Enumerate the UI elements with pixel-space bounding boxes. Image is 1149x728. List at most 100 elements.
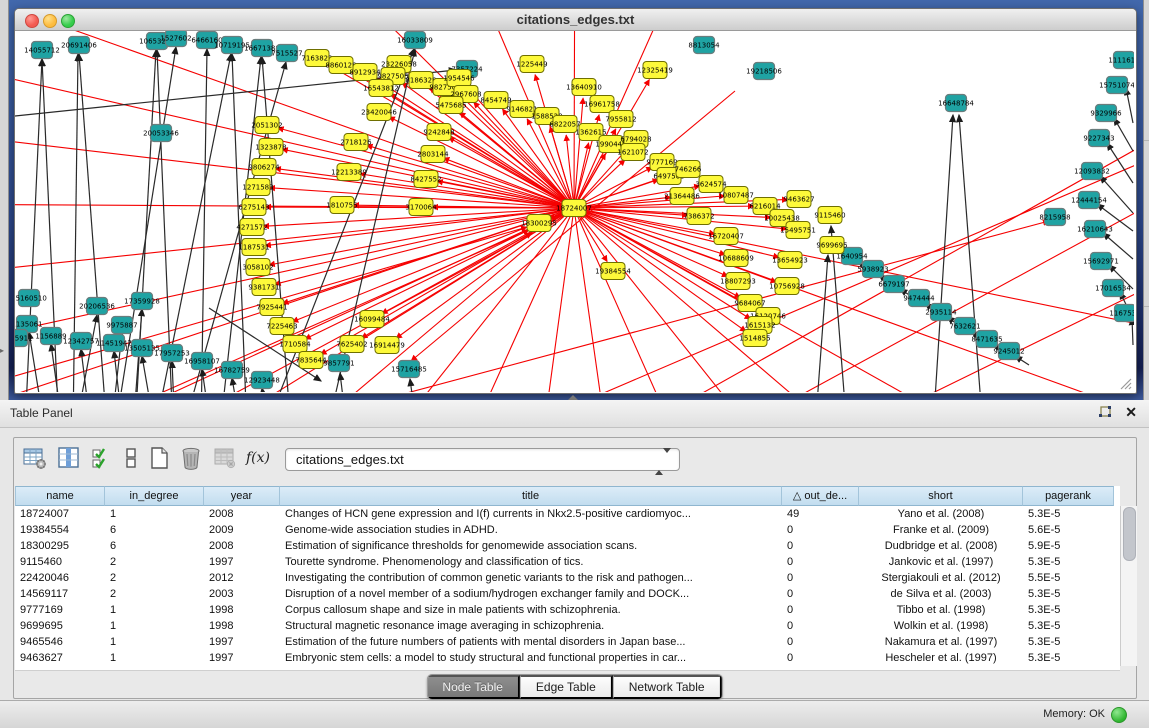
graph-node[interactable] (427, 124, 451, 141)
graph-node[interactable] (87, 298, 108, 315)
graph-node[interactable] (842, 248, 863, 265)
graph-node[interactable] (955, 318, 976, 335)
graph-node[interactable] (405, 32, 426, 49)
graph-node[interactable] (786, 222, 810, 239)
graph-node[interactable] (621, 144, 645, 161)
graph-node[interactable] (32, 42, 53, 59)
graph-node[interactable] (240, 219, 264, 236)
table-row[interactable]: 1872400712008Changes of HCN gene express… (15, 506, 1114, 522)
graph-node[interactable] (147, 33, 168, 50)
table-row[interactable]: 1456911722003Disruption of a novel membe… (15, 586, 1114, 602)
table-row[interactable]: 946362711997Embryonic stem cells: a mode… (15, 650, 1114, 666)
graph-node[interactable] (820, 237, 844, 254)
graph-node[interactable] (353, 64, 377, 81)
graph-node[interactable] (590, 96, 614, 113)
graph-node[interactable] (714, 228, 738, 245)
panel-close-icon[interactable]: ✕ (1125, 404, 1137, 421)
graph-node[interactable] (414, 171, 438, 188)
graph-node[interactable] (553, 116, 577, 133)
column-header-short[interactable]: short (859, 486, 1023, 506)
table-row[interactable]: 946554611997Estimation of the future num… (15, 634, 1114, 650)
graph-node[interactable] (527, 215, 551, 232)
column-header-name[interactable]: name (15, 486, 105, 506)
column-visibility-icon[interactable] (56, 445, 82, 471)
graph-node[interactable] (340, 336, 364, 353)
dock-expand-icon[interactable]: ▸ (0, 346, 4, 355)
graph-node[interactable] (252, 159, 276, 176)
graph-node[interactable] (1091, 253, 1112, 270)
graph-node[interactable] (329, 57, 353, 74)
graph-node[interactable] (330, 197, 354, 214)
graph-node[interactable] (197, 32, 218, 49)
float-window-icon[interactable] (1097, 405, 1113, 421)
graph-node[interactable] (337, 164, 361, 181)
graph-node[interactable] (255, 117, 279, 134)
graph-node[interactable] (104, 335, 125, 352)
graph-node[interactable] (643, 62, 667, 79)
graph-node[interactable] (360, 311, 384, 328)
graph-node[interactable] (1114, 52, 1135, 69)
graph-node[interactable] (71, 333, 92, 350)
window-resize-grip[interactable] (1118, 376, 1132, 390)
graph-node[interactable] (192, 353, 213, 370)
graph-node[interactable] (1103, 280, 1124, 297)
table-row[interactable]: 911546021997Tourette syndrome. Phenomeno… (15, 554, 1114, 570)
column-header-title[interactable]: title (280, 486, 782, 506)
graph-node[interactable] (863, 261, 884, 278)
graph-svg[interactable]: 1405571220691406106532871527602646616010… (15, 31, 1134, 392)
graph-node[interactable] (1082, 163, 1103, 180)
graph-node[interactable] (743, 330, 767, 347)
graph-node[interactable] (270, 318, 294, 335)
graph-node[interactable] (242, 239, 266, 256)
table-row[interactable]: 2242004622012Investigating the contribut… (15, 570, 1114, 586)
graph-node[interactable] (609, 111, 633, 128)
table-settings-icon[interactable] (22, 445, 48, 471)
graph-node[interactable] (41, 328, 62, 345)
graph-node[interactable] (778, 252, 802, 269)
tab-edge-table[interactable]: Edge Table (520, 675, 613, 699)
graph-node[interactable] (162, 345, 183, 362)
graph-node[interactable] (510, 101, 534, 118)
column-header-pagerank[interactable]: pagerank (1023, 486, 1114, 506)
split-drag-handle[interactable] (568, 395, 578, 400)
graph-node[interactable] (601, 263, 625, 280)
graph-node[interactable] (375, 337, 399, 354)
graph-node[interactable] (409, 199, 433, 216)
graph-node[interactable] (399, 361, 420, 378)
graph-node[interactable] (818, 207, 842, 224)
graph-node[interactable] (699, 176, 723, 193)
graph-node[interactable] (246, 179, 270, 196)
table-row[interactable]: 969969511998Structural magnetic resonanc… (15, 618, 1114, 634)
graph-node[interactable] (166, 31, 187, 47)
graph-node[interactable] (112, 317, 133, 334)
graph-node[interactable] (367, 104, 391, 121)
graph-node[interactable] (977, 331, 998, 348)
graph-node[interactable] (787, 191, 811, 208)
graph-node[interactable] (329, 355, 350, 372)
graph-node[interactable] (69, 37, 90, 54)
graph-node[interactable] (242, 199, 266, 216)
graph-node[interactable] (562, 200, 586, 217)
graph-node[interactable] (222, 362, 243, 379)
tab-network-table[interactable]: Network Table (613, 675, 722, 699)
row-squares-icon[interactable] (118, 445, 144, 471)
graph-node[interactable] (132, 293, 153, 310)
graph-node[interactable] (369, 80, 393, 97)
graph-node[interactable] (1079, 192, 1100, 209)
graph-node[interactable] (1045, 209, 1066, 226)
graph-node[interactable] (252, 279, 276, 296)
graph-node[interactable] (946, 95, 967, 112)
table-scrollbar[interactable] (1120, 506, 1137, 666)
graph-node[interactable] (687, 208, 711, 225)
graph-node[interactable] (754, 63, 775, 80)
graph-node[interactable] (999, 343, 1020, 360)
graph-node[interactable] (19, 290, 40, 307)
window-titlebar[interactable]: citations_edges.txt (15, 9, 1136, 31)
network-table-select[interactable]: citations_edges.txt (285, 448, 680, 471)
trash-icon[interactable] (178, 445, 204, 471)
graph-node[interactable] (277, 45, 298, 62)
graph-node[interactable] (724, 187, 748, 204)
graph-node[interactable] (260, 299, 284, 316)
graph-node[interactable] (15, 330, 28, 347)
graph-node[interactable] (305, 50, 329, 67)
